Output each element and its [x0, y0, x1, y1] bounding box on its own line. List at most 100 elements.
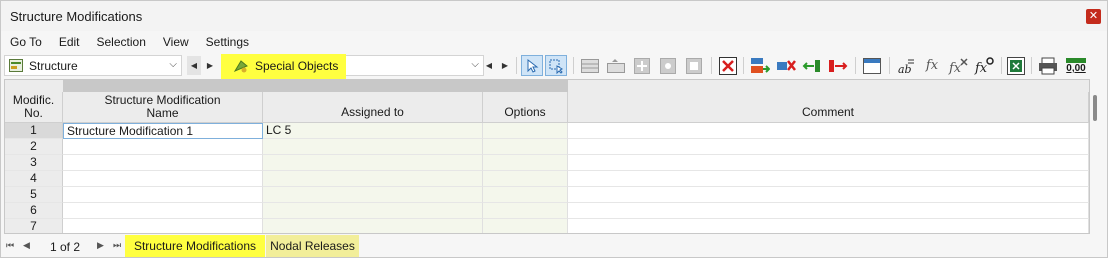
- menu-bar: Go To Edit Selection View Settings: [1, 32, 1107, 52]
- row-number[interactable]: 1: [5, 123, 63, 139]
- add-button[interactable]: [631, 55, 653, 76]
- row-number[interactable]: 5: [5, 187, 63, 203]
- decimal-places-button[interactable]: 0,00: [1063, 55, 1089, 76]
- chevron-down-icon[interactable]: ⌵: [471, 59, 479, 70]
- table-view-button[interactable]: [579, 55, 601, 76]
- name-cell[interactable]: [63, 219, 263, 233]
- close-icon[interactable]: ✕: [1086, 9, 1101, 24]
- import-button[interactable]: [801, 55, 823, 76]
- structure-icon: [9, 59, 23, 72]
- export-button[interactable]: [827, 55, 849, 76]
- name-cell[interactable]: [63, 171, 263, 187]
- comment-cell[interactable]: [568, 219, 1089, 233]
- separator: [889, 57, 890, 74]
- row-number[interactable]: 4: [5, 171, 63, 187]
- menu-selection[interactable]: Selection: [88, 35, 154, 49]
- assigned-cell[interactable]: [263, 187, 483, 203]
- assigned-cell[interactable]: [263, 203, 483, 219]
- vertical-scrollbar[interactable]: [1093, 95, 1097, 121]
- menu-go-to[interactable]: Go To: [1, 35, 50, 49]
- copy-icon: [660, 57, 676, 74]
- comment-cell[interactable]: [568, 171, 1089, 187]
- select-arrow-icon: [527, 58, 539, 73]
- prev-arrow-icon[interactable]: ◀: [187, 56, 201, 75]
- table-row[interactable]: 5: [5, 187, 1089, 203]
- window-icon: [863, 57, 881, 74]
- comment-cell[interactable]: [568, 123, 1089, 139]
- options-cell[interactable]: [483, 155, 568, 171]
- menu-settings[interactable]: Settings: [197, 35, 257, 49]
- insert-row-icon: [607, 58, 625, 73]
- row-number[interactable]: 3: [5, 155, 63, 171]
- options-cell[interactable]: [483, 203, 568, 219]
- comment-cell[interactable]: [568, 203, 1089, 219]
- row-number[interactable]: 2: [5, 139, 63, 155]
- assigned-cell[interactable]: [263, 171, 483, 187]
- table-row[interactable]: 4: [5, 171, 1089, 187]
- menu-view[interactable]: View: [154, 35, 197, 49]
- select-mode-button[interactable]: [521, 55, 543, 76]
- print-button[interactable]: [1037, 55, 1059, 76]
- last-page-icon[interactable]: ⏭: [113, 240, 121, 251]
- assigned-cell[interactable]: [263, 139, 483, 155]
- objects-combo[interactable]: Special Objects ⌵: [221, 54, 484, 79]
- name-cell[interactable]: [63, 155, 263, 171]
- next-arrow-icon[interactable]: ▶: [498, 56, 512, 75]
- decimal-label: 0,00: [1066, 63, 1086, 74]
- prev-arrow-icon[interactable]: ◀: [482, 56, 496, 75]
- units-button[interactable]: ab: [895, 55, 917, 76]
- options-cell[interactable]: [483, 123, 568, 139]
- select-window-button[interactable]: [545, 55, 567, 76]
- options-cell[interactable]: [483, 171, 568, 187]
- name-cell[interactable]: Structure Modification 1: [63, 123, 263, 139]
- options-cell[interactable]: [483, 219, 568, 233]
- next-page-icon[interactable]: ▶: [97, 240, 104, 251]
- table-row[interactable]: 6: [5, 203, 1089, 219]
- next-arrow-icon[interactable]: ▶: [203, 56, 217, 75]
- select-window-icon: [549, 59, 564, 74]
- assigned-cell[interactable]: LC 5: [263, 123, 483, 139]
- assign-button[interactable]: [749, 55, 771, 76]
- copy-button[interactable]: [657, 55, 679, 76]
- menu-edit[interactable]: Edit: [50, 35, 88, 49]
- assigned-cell[interactable]: [263, 219, 483, 233]
- formula-button[interactable]: fx: [921, 55, 943, 76]
- tab-nodal-releases[interactable]: Nodal Releases: [266, 235, 359, 257]
- structure-combo[interactable]: Structure ⌵: [4, 55, 182, 76]
- delete-row-button[interactable]: [683, 55, 705, 76]
- comment-cell[interactable]: [568, 155, 1089, 171]
- formula-edit-button[interactable]: fx: [973, 55, 995, 76]
- table-row[interactable]: 7: [5, 219, 1089, 233]
- comment-cell[interactable]: [568, 139, 1089, 155]
- assigned-cell[interactable]: [263, 155, 483, 171]
- remove-assignment-button[interactable]: [775, 55, 797, 76]
- comment-cell[interactable]: [568, 187, 1089, 203]
- formula-delete-button[interactable]: fx: [947, 55, 969, 76]
- options-cell[interactable]: [483, 187, 568, 203]
- name-cell[interactable]: [63, 139, 263, 155]
- table-row[interactable]: 3: [5, 155, 1089, 171]
- header-assigned-to[interactable]: Assigned to: [263, 92, 483, 123]
- header-options[interactable]: Options: [483, 92, 568, 123]
- header-name[interactable]: Structure Modification Name: [63, 92, 263, 123]
- delete-button[interactable]: [717, 55, 739, 76]
- data-table: Modific. No. Structure Modification Name…: [4, 79, 1090, 234]
- header-comment[interactable]: Comment: [568, 92, 1089, 123]
- name-cell[interactable]: [63, 187, 263, 203]
- header-modific-no[interactable]: Modific. No.: [5, 92, 63, 123]
- column-group-bar: [5, 80, 1089, 92]
- add-icon: [634, 57, 650, 74]
- prev-page-icon[interactable]: ◀: [23, 240, 30, 251]
- insert-row-button[interactable]: [605, 55, 627, 76]
- table-row[interactable]: 2: [5, 139, 1089, 155]
- first-page-icon[interactable]: ⏮: [6, 240, 14, 251]
- excel-export-button[interactable]: [1005, 55, 1027, 76]
- options-cell[interactable]: [483, 139, 568, 155]
- name-cell[interactable]: [63, 203, 263, 219]
- tab-structure-modifications[interactable]: Structure Modifications: [125, 235, 265, 257]
- chevron-down-icon[interactable]: ⌵: [169, 59, 177, 70]
- view-button[interactable]: [861, 55, 883, 76]
- row-number[interactable]: 7: [5, 219, 63, 233]
- table-row[interactable]: 1 Structure Modification 1 LC 5: [5, 123, 1089, 139]
- row-number[interactable]: 6: [5, 203, 63, 219]
